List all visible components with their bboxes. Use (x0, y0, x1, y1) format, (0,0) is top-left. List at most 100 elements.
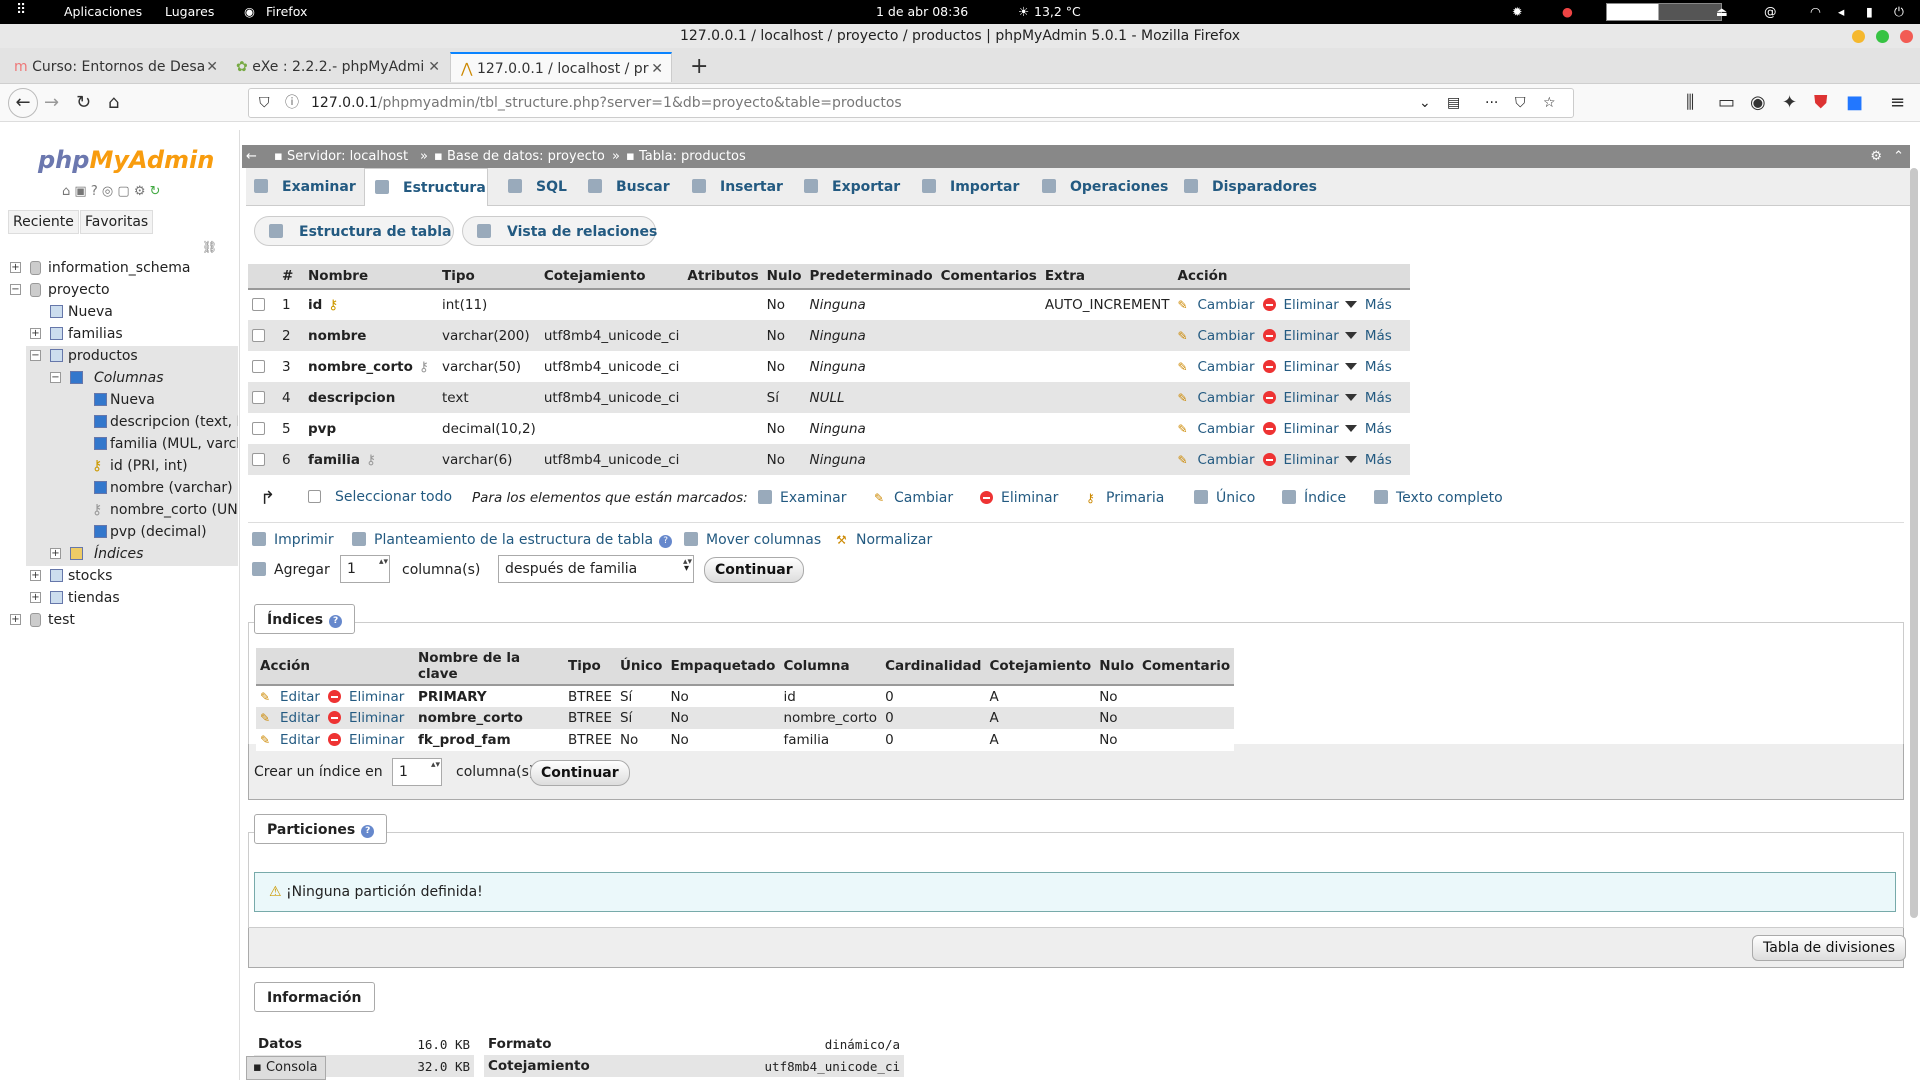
library-icon[interactable]: ⫼ (1686, 92, 1694, 114)
url-bar[interactable]: ⛉ ⓘ 127.0.0.1/phpmyadmin/tbl_structure.p… (248, 88, 1574, 118)
tree-indexes-node[interactable]: + Índices (0, 544, 238, 564)
tab-buscar[interactable]: Buscar (588, 168, 670, 206)
activities-menu[interactable]: Aplicaciones (64, 4, 142, 19)
more-link[interactable]: Más (1365, 421, 1392, 437)
volume-icon[interactable]: ◂ (1838, 4, 1844, 19)
add-column-count[interactable]: 1 (340, 555, 390, 583)
home-button[interactable]: ⌂ (108, 92, 119, 114)
col-header-collation[interactable]: Cotejamiento (539, 264, 684, 290)
edit-index-link[interactable]: ✎ Editar (260, 689, 320, 705)
account-icon[interactable]: ◉ (1750, 92, 1766, 114)
close-tab-icon[interactable]: ✕ (428, 52, 440, 82)
add-column-position-select[interactable]: después de familia ▾ (498, 555, 694, 583)
tab-exportar[interactable]: Exportar (804, 168, 900, 206)
row-checkbox[interactable] (252, 390, 265, 404)
app-menu[interactable]: Firefox (266, 4, 307, 19)
propose-structure-link[interactable]: Planteamiento de la estructura de tabla? (352, 532, 673, 548)
col-header-extra[interactable]: Extra (1040, 264, 1174, 290)
pma-quick-icons[interactable]: ⌂ ▣ ? ◎ ▢ ⚙ ↻ (62, 184, 161, 199)
edit-index-link[interactable]: ✎ Editar (260, 732, 320, 748)
drop-link[interactable]: Eliminar (1262, 452, 1339, 468)
sidebar-toggle-icon[interactable]: ▭ (1718, 92, 1735, 114)
tree-columns-node[interactable]: − Columnas (0, 368, 238, 388)
recent-tab[interactable]: Reciente (8, 210, 79, 234)
reload-button[interactable]: ↻ (76, 92, 91, 114)
extension-icon[interactable]: ✦ (1782, 92, 1797, 114)
tree-db-test[interactable]: + test (0, 610, 238, 630)
more-link[interactable]: Más (1365, 390, 1392, 406)
tree-table-stocks[interactable]: + stocks (0, 566, 238, 586)
tab-estructura[interactable]: Estructura (364, 168, 488, 206)
col-header-type[interactable]: Tipo (438, 264, 540, 290)
row-checkbox[interactable] (252, 359, 265, 373)
clock[interactable]: 1 de abr 08:36 (876, 4, 968, 19)
main-scrollbar[interactable] (1910, 168, 1918, 918)
col-header-attributes[interactable]: Atributos (683, 264, 763, 290)
tray-record-icon[interactable]: ● (1562, 4, 1573, 19)
back-button[interactable]: ← (8, 88, 38, 118)
pma-logo[interactable]: phpMyAdmin (38, 146, 214, 174)
change-link[interactable]: ✎ Cambiar (1178, 297, 1255, 313)
tab-sql[interactable]: SQL (508, 168, 567, 206)
add-column-continue-button[interactable]: Continuar (704, 557, 804, 583)
more-dropdown-icon[interactable] (1344, 455, 1357, 463)
row-checkbox[interactable] (252, 421, 265, 435)
edit-index-link[interactable]: ✎ Editar (260, 710, 320, 726)
wifi-icon[interactable]: ◠ (1810, 4, 1821, 19)
col-header-name[interactable]: Nombre (304, 264, 438, 290)
link-with-main-icon[interactable]: ⛓ (202, 240, 217, 254)
drop-link[interactable]: Eliminar (1262, 297, 1339, 313)
drop-index-link[interactable]: Eliminar (327, 710, 404, 726)
col-header-comments[interactable]: Comentarios (936, 264, 1041, 290)
move-columns-link[interactable]: Mover columnas (684, 532, 821, 548)
tracking-shield-icon[interactable]: ⛉ (259, 89, 270, 117)
tree-table-productos[interactable]: − productos (0, 346, 238, 366)
more-dropdown-icon[interactable] (1344, 331, 1357, 339)
more-dropdown-icon[interactable] (1344, 424, 1357, 432)
create-index-continue-button[interactable]: Continuar (530, 760, 630, 786)
tree-new-table[interactable]: Nueva (0, 302, 238, 322)
more-dropdown-icon[interactable] (1344, 301, 1357, 308)
bulk-index[interactable]: Índice (1282, 490, 1346, 506)
collapse-panel-icon[interactable]: ← (246, 145, 257, 168)
close-tab-icon[interactable]: ✕ (206, 52, 218, 82)
change-link[interactable]: ✎ Cambiar (1178, 359, 1255, 375)
partition-table-button[interactable]: Tabla de divisiones (1752, 935, 1907, 961)
create-index-count[interactable]: 1 (392, 758, 442, 786)
drop-index-link[interactable]: Eliminar (327, 732, 404, 748)
subtab-table-structure[interactable]: Estructura de tabla (254, 216, 454, 246)
more-dropdown-icon[interactable] (1344, 362, 1357, 370)
bulk-browse[interactable]: Examinar (758, 490, 846, 506)
tab-disparadores[interactable]: Disparadores (1184, 168, 1317, 206)
tree-table-tiendas[interactable]: + tiendas (0, 588, 238, 608)
more-link[interactable]: Más (1365, 328, 1392, 344)
tree-column-descripcion[interactable]: descripcion (text, N (0, 412, 238, 432)
url-text[interactable]: 127.0.0.1/phpmyadmin/tbl_structure.php?s… (311, 89, 902, 117)
bulk-primary[interactable]: ⚷ Primaria (1086, 490, 1164, 506)
change-link[interactable]: ✎ Cambiar (1178, 390, 1255, 406)
url-dropdown-icon[interactable]: ⌄ (1419, 89, 1431, 117)
more-link[interactable]: Más (1365, 359, 1392, 375)
tab-importar[interactable]: Importar (922, 168, 1019, 206)
site-info-icon[interactable]: ⓘ (285, 89, 299, 117)
breadcrumb-server[interactable]: ▪ Servidor: localhost (274, 145, 408, 168)
browser-tab-exe[interactable]: ✿ eXe : 2.2.2.- phpMyAdmi ✕ (226, 52, 448, 82)
more-link[interactable]: Más (1365, 297, 1392, 313)
tree-db-proyecto[interactable]: − proyecto (0, 280, 238, 300)
print-link[interactable]: Imprimir (252, 532, 334, 548)
weather-temp[interactable]: 13,2 °C (1034, 4, 1081, 19)
tray-monitor-widget[interactable] (1606, 3, 1722, 21)
tree-column-nombre-corto[interactable]: ⚷ nombre_corto (UNI, (0, 500, 238, 520)
normalize-link[interactable]: ⚒ Normalizar (836, 532, 932, 548)
tree-table-familias[interactable]: + familias (0, 324, 238, 344)
collapse-top-icon[interactable]: ⌃ (1893, 145, 1904, 168)
apps-grid-icon[interactable]: ⠿ (16, 2, 26, 18)
tray-eject-icon[interactable]: ⏏ (1716, 4, 1728, 19)
tray-settings-icon[interactable]: ✹ (1512, 4, 1522, 19)
tab-operaciones[interactable]: Operaciones (1042, 168, 1168, 206)
favorites-tab[interactable]: Favoritas (80, 210, 154, 234)
bookmark-star-icon[interactable]: ☆ (1543, 89, 1556, 117)
maximize-button[interactable] (1876, 30, 1889, 43)
console-toggle[interactable]: ▪ Consola (246, 1056, 326, 1080)
drop-link[interactable]: Eliminar (1262, 390, 1339, 406)
